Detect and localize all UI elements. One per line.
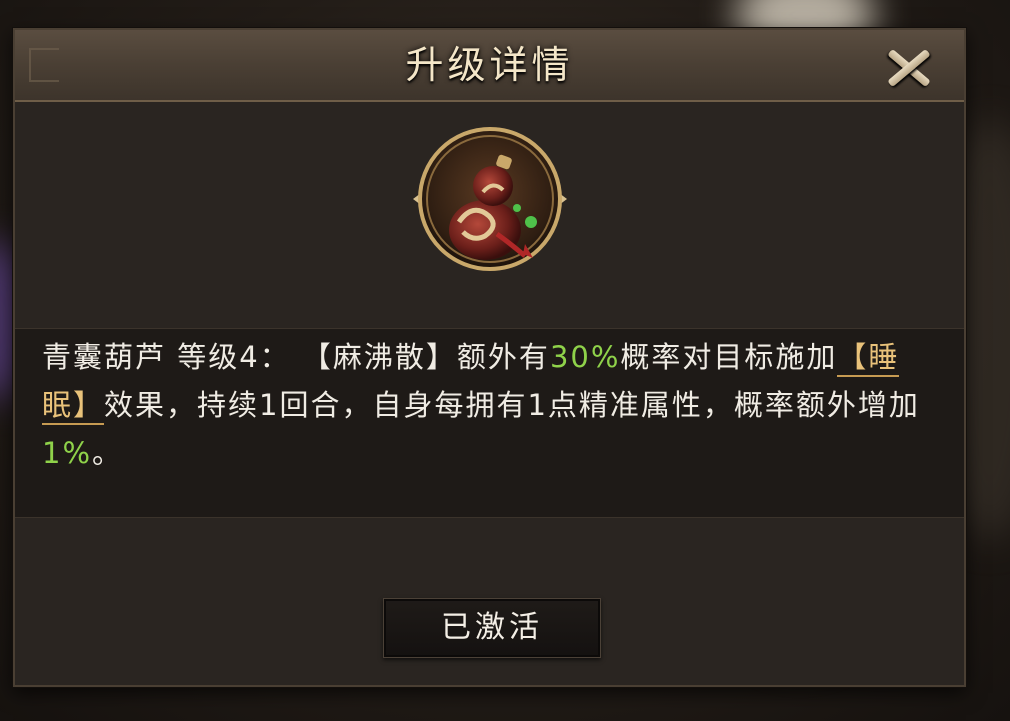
item-name: 青囊葫芦 — [42, 340, 167, 374]
description-text: 概率对目标施加 — [620, 340, 838, 374]
activated-status-button[interactable]: 已激活 — [383, 598, 601, 658]
close-button[interactable] — [880, 42, 936, 92]
skill-name: 【麻沸散】 — [301, 340, 457, 374]
dialog-title: 升级详情 — [405, 43, 574, 87]
description-text: 效果，持续1回合，自身每拥有1点精准属性，概率额外增加 — [104, 388, 920, 422]
upgrade-description: 青囊葫芦 等级4： 【麻沸散】额外有30%概率对目标施加【睡眠】效果，持续1回合… — [42, 333, 942, 477]
description-text: 。 — [92, 436, 124, 470]
bonus-chance-value: 1% — [42, 436, 93, 470]
level-label: 等级4： — [177, 340, 291, 374]
description-text: 额外有 — [456, 340, 550, 374]
gourd-icon — [413, 127, 567, 271]
chance-value: 30% — [549, 340, 621, 374]
description-panel: 青囊葫芦 等级4： 【麻沸散】额外有30%概率对目标施加【睡眠】效果，持续1回合… — [15, 328, 964, 518]
title-bar: 升级详情 — [15, 30, 964, 102]
upgrade-details-dialog: 升级详情 青囊葫芦 等级4： 【麻沸散】额外有30%概率对目标施加【睡眠】效果，… — [13, 28, 966, 687]
